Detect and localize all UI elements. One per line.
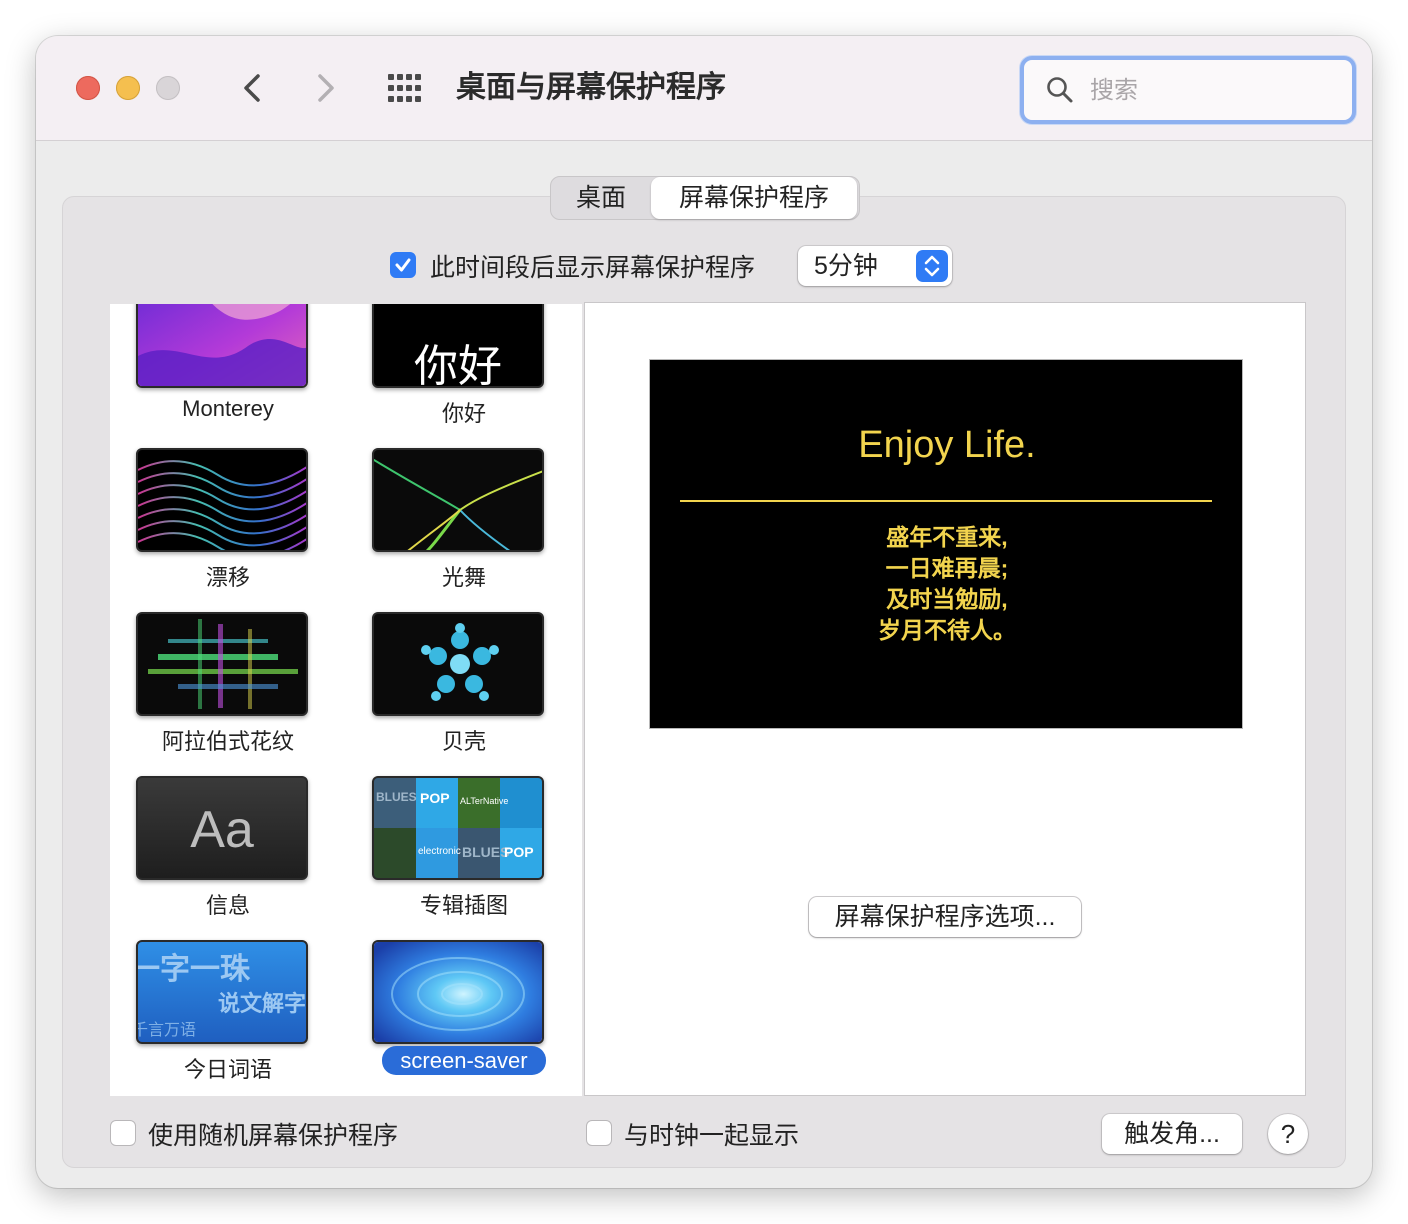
- message-thumbnail: Aa: [136, 776, 308, 880]
- minimize-window-button[interactable]: [116, 76, 140, 100]
- tab-control: 桌面 屏幕保护程序: [550, 176, 860, 220]
- preview-pane: Enjoy Life. 盛年不重来, 一日难再晨; 及时当勉励, 岁月不待人。 …: [584, 302, 1306, 1096]
- tab-desktop[interactable]: 桌面: [551, 177, 651, 219]
- arabesque-thumbnail: [136, 612, 308, 716]
- message-thumb-text: Aa: [190, 801, 254, 859]
- close-window-button[interactable]: [76, 76, 100, 100]
- show-with-clock-checkbox[interactable]: [586, 1120, 612, 1146]
- saver-item-album-artwork[interactable]: BLUES POP ALTerNative electronic BLUES P…: [346, 746, 582, 918]
- hot-corners-button[interactable]: 触发角...: [1102, 1114, 1242, 1154]
- saver-item-word-of-the-day[interactable]: 一字一珠 说文解字 千言万语 今日词语: [110, 910, 346, 1082]
- saver-item-message[interactable]: Aa 信息: [110, 746, 346, 918]
- album-artwork-thumbnail: BLUES POP ALTerNative electronic BLUES P…: [372, 776, 544, 880]
- screen-saver-options-button[interactable]: 屏幕保护程序选项...: [809, 897, 1081, 937]
- drift-thumbnail: [136, 448, 308, 552]
- preview-divider: [680, 500, 1212, 502]
- search-icon: [1047, 77, 1073, 103]
- shell-thumbnail: [372, 612, 544, 716]
- search-input[interactable]: [1088, 70, 1332, 112]
- poem-line: 盛年不重来,: [886, 524, 1008, 550]
- selected-saver-name: screen-saver: [382, 1046, 546, 1075]
- start-after-value: 5分钟: [814, 252, 878, 280]
- system-preferences-window: 桌面与屏幕保护程序 桌面 屏幕保护程序 此时间段后显示屏幕保护程序 5分钟: [36, 36, 1372, 1188]
- screen-saver-list[interactable]: Monterey 你好 你好 漂移 光舞 阿拉伯式花纹 贝壳 Aa 信息 BLU…: [110, 304, 582, 1096]
- screen-saver-thumbnail: [372, 940, 544, 1044]
- saver-item-arabesque[interactable]: 阿拉伯式花纹: [110, 582, 346, 754]
- word-thumb-text-3: 千言万语: [136, 1022, 197, 1039]
- forward-button[interactable]: [306, 66, 346, 110]
- hello-thumb-text: 你好: [414, 341, 502, 388]
- title-bar: 桌面与屏幕保护程序: [36, 36, 1372, 141]
- back-button[interactable]: [232, 66, 272, 110]
- saver-item-screen-saver[interactable]: screen-saver: [346, 910, 582, 1075]
- monterey-thumbnail: [136, 304, 308, 388]
- tab-screen-saver[interactable]: 屏幕保护程序: [651, 177, 857, 219]
- poem-line: 一日难再晨;: [885, 555, 1009, 581]
- word-of-the-day-thumbnail: 一字一珠 说文解字 千言万语: [136, 940, 308, 1044]
- search-field[interactable]: [1020, 56, 1356, 124]
- preview-title: Enjoy Life.: [858, 424, 1036, 466]
- window-title: 桌面与屏幕保护程序: [456, 71, 726, 104]
- start-after-label: 此时间段后显示屏幕保护程序: [430, 254, 756, 282]
- saver-item-shell[interactable]: 贝壳: [346, 582, 582, 754]
- album-thumb-text-3: ALTerNative: [460, 796, 509, 806]
- random-saver-checkbox[interactable]: [110, 1120, 136, 1146]
- screen-saver-preview: Enjoy Life. 盛年不重来, 一日难再晨; 及时当勉励, 岁月不待人。: [649, 359, 1243, 729]
- poem-line: 及时当勉励,: [886, 586, 1008, 612]
- saver-caption-selected: screen-saver: [346, 1046, 582, 1075]
- grid-icon: [388, 74, 421, 102]
- start-after-popup[interactable]: 5分钟: [798, 246, 952, 286]
- chevron-left-icon: [244, 74, 260, 102]
- random-saver-label: 使用随机屏幕保护程序: [148, 1122, 399, 1150]
- start-after-checkbox[interactable]: [390, 252, 416, 278]
- word-thumb-text-1: 一字一珠: [136, 953, 250, 986]
- word-thumb-text-2: 说文解字: [218, 991, 307, 1016]
- hello-thumbnail: 你好: [372, 304, 544, 388]
- preview-poem: 盛年不重来, 一日难再晨; 及时当勉励, 岁月不待人。: [650, 522, 1244, 646]
- album-thumb-text-5: BLUES: [462, 844, 510, 860]
- saver-item-hello[interactable]: 你好 你好: [346, 304, 582, 426]
- chevron-up-down-icon: [924, 255, 940, 277]
- chevron-right-icon: [318, 74, 334, 102]
- saver-item-monterey[interactable]: Monterey: [110, 304, 346, 421]
- album-thumb-text-6: POP: [504, 844, 534, 860]
- flurry-thumbnail: [372, 448, 544, 552]
- saver-item-drift[interactable]: 漂移: [110, 418, 346, 590]
- album-thumb-text-2: POP: [420, 790, 450, 806]
- checkmark-icon: [395, 258, 411, 272]
- poem-line: 岁月不待人。: [878, 617, 1016, 643]
- popup-stepper: [916, 250, 948, 282]
- saver-item-flurry[interactable]: 光舞: [346, 418, 582, 590]
- zoom-window-button[interactable]: [156, 76, 180, 100]
- album-thumb-text-1: BLUES: [376, 790, 417, 804]
- saver-caption: 今日词语: [183, 1057, 272, 1082]
- show-with-clock-label: 与时钟一起显示: [624, 1122, 800, 1150]
- show-all-button[interactable]: [386, 72, 426, 104]
- help-button[interactable]: ?: [1268, 1114, 1308, 1154]
- album-thumb-text-4: electronic: [418, 846, 461, 857]
